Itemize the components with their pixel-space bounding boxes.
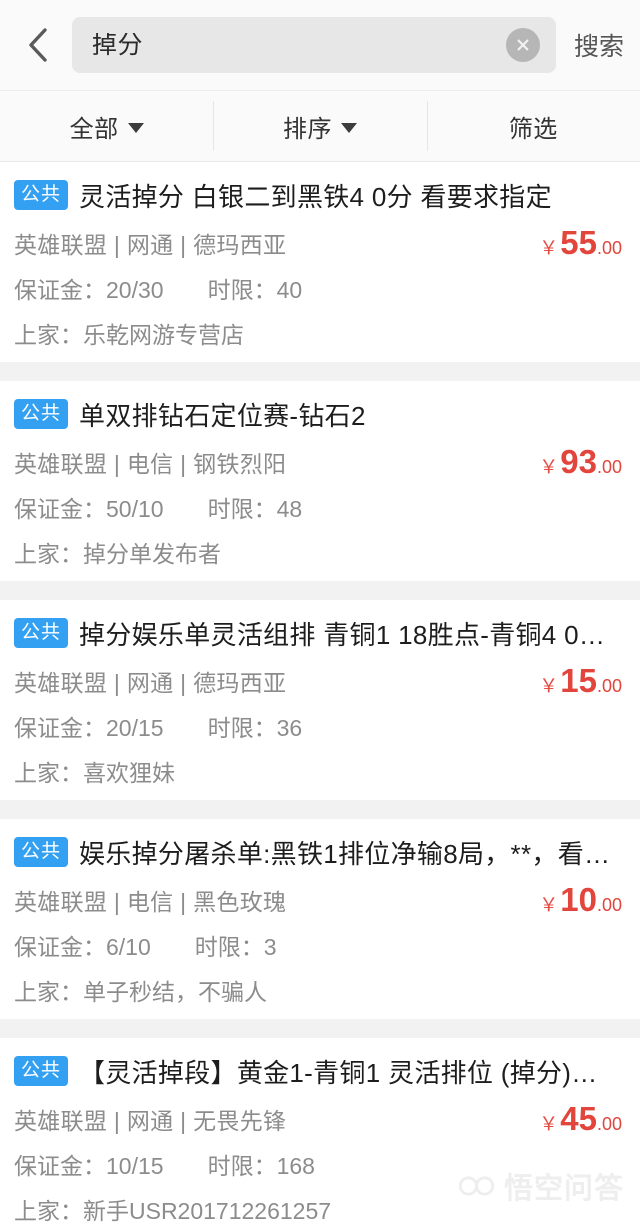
search-header: 掉分 搜索 — [0, 0, 640, 90]
listing-game-server: 英雄联盟 | 网通 | 无畏先锋 — [14, 1102, 286, 1136]
chevron-down-icon — [341, 123, 357, 133]
listing-meta-row: 英雄联盟 | 电信 | 钢铁烈阳 ￥ 93 .00 — [14, 445, 626, 479]
chevron-left-icon — [27, 26, 49, 64]
price-decimal: .00 — [597, 457, 622, 478]
currency-symbol: ￥ — [539, 1109, 558, 1136]
listing-game-server: 英雄联盟 | 网通 | 德玛西亚 — [14, 664, 286, 698]
listing-deposit: 保证金：10/15 — [14, 1147, 164, 1181]
listing-list: 公共 灵活掉分 白银二到黑铁4 0分 看要求指定 英雄联盟 | 网通 | 德玛西… — [0, 162, 640, 1229]
price-decimal: .00 — [597, 1114, 622, 1135]
listing-meta-row: 英雄联盟 | 网通 | 德玛西亚 ￥ 55 .00 — [14, 226, 626, 260]
listing-info-row: 保证金：6/10 时限：3 — [14, 930, 626, 960]
listing-meta-row: 英雄联盟 | 电信 | 黑色玫瑰 ￥ 10 .00 — [14, 883, 626, 917]
status-badge: 公共 — [14, 837, 68, 867]
filter-tab-filter-label: 筛选 — [509, 109, 558, 144]
currency-symbol: ￥ — [539, 452, 558, 479]
filter-tab-sort[interactable]: 排序 — [213, 91, 426, 161]
listing-title: 娱乐掉分屠杀单:黑铁1排位净输8局，**，看… — [79, 834, 626, 871]
price-integer: 45 — [560, 1102, 597, 1135]
close-circle-icon — [513, 35, 533, 55]
listing-time-limit: 时限：36 — [208, 709, 303, 743]
listing-game-server: 英雄联盟 | 电信 | 黑色玫瑰 — [14, 883, 286, 917]
listing-meta-row: 英雄联盟 | 网通 | 德玛西亚 ￥ 15 .00 — [14, 664, 626, 698]
listing-title-row: 公共 单双排钻石定位赛-钻石2 — [14, 395, 626, 433]
price-integer: 93 — [560, 445, 597, 478]
list-divider — [0, 1019, 640, 1038]
status-badge: 公共 — [14, 618, 68, 648]
filter-tab-all[interactable]: 全部 — [0, 91, 213, 161]
listing-deposit: 保证金：6/10 — [14, 928, 151, 962]
listing-title: 掉分娱乐单灵活组排 青铜1 18胜点-青铜4 0… — [79, 615, 626, 652]
listing-title-row: 公共 灵活掉分 白银二到黑铁4 0分 看要求指定 — [14, 176, 626, 214]
search-input[interactable]: 掉分 — [92, 33, 506, 58]
listing-price: ￥ 10 .00 — [539, 883, 622, 917]
status-badge: 公共 — [14, 399, 68, 429]
listing-seller: 上家：乐乾网游专营店 — [14, 316, 626, 346]
status-badge: 公共 — [14, 180, 68, 210]
price-decimal: .00 — [597, 238, 622, 259]
listing-title-row: 公共 掉分娱乐单灵活组排 青铜1 18胜点-青铜4 0… — [14, 614, 626, 652]
currency-symbol: ￥ — [539, 671, 558, 698]
currency-symbol: ￥ — [539, 233, 558, 260]
listing-title: 【灵活掉段】黄金1-青铜1 灵活排位 (掉分)… — [79, 1053, 626, 1090]
listing-seller: 上家：单子秒结，不骗人 — [14, 973, 626, 1003]
search-submit-button[interactable]: 搜索 — [556, 27, 626, 63]
listing-price: ￥ 55 .00 — [539, 226, 622, 260]
price-integer: 10 — [560, 883, 597, 916]
listing-time-limit: 时限：48 — [208, 490, 303, 524]
listing-game-server: 英雄联盟 | 电信 | 钢铁烈阳 — [14, 445, 286, 479]
listing-item[interactable]: 公共 【灵活掉段】黄金1-青铜1 灵活排位 (掉分)… 英雄联盟 | 网通 | … — [0, 1038, 640, 1229]
listing-seller: 上家：新手USR201712261257 — [14, 1192, 626, 1222]
back-button[interactable] — [10, 17, 66, 73]
chevron-down-icon — [128, 123, 144, 133]
listing-price: ￥ 93 .00 — [539, 445, 622, 479]
currency-symbol: ￥ — [539, 890, 558, 917]
clear-search-button[interactable] — [506, 28, 540, 62]
search-input-wrapper[interactable]: 掉分 — [72, 17, 556, 73]
listing-title: 灵活掉分 白银二到黑铁4 0分 看要求指定 — [79, 177, 626, 214]
listing-price: ￥ 15 .00 — [539, 664, 622, 698]
filter-tab-all-label: 全部 — [70, 109, 119, 144]
price-decimal: .00 — [597, 676, 622, 697]
listing-meta-row: 英雄联盟 | 网通 | 无畏先锋 ￥ 45 .00 — [14, 1102, 626, 1136]
listing-item[interactable]: 公共 娱乐掉分屠杀单:黑铁1排位净输8局，**，看… 英雄联盟 | 电信 | 黑… — [0, 819, 640, 1019]
listing-time-limit: 时限：168 — [208, 1147, 315, 1181]
listing-price: ￥ 45 .00 — [539, 1102, 622, 1136]
app-root: 掉分 搜索 全部 排序 筛选 — [0, 0, 640, 1229]
listing-seller: 上家：掉分单发布者 — [14, 535, 626, 565]
list-divider — [0, 362, 640, 381]
filter-tab-sort-label: 排序 — [283, 109, 332, 144]
listing-item[interactable]: 公共 单双排钻石定位赛-钻石2 英雄联盟 | 电信 | 钢铁烈阳 ￥ 93 .0… — [0, 381, 640, 581]
listing-deposit: 保证金：20/15 — [14, 709, 164, 743]
list-divider — [0, 581, 640, 600]
listing-info-row: 保证金：50/10 时限：48 — [14, 492, 626, 522]
listing-title-row: 公共 【灵活掉段】黄金1-青铜1 灵活排位 (掉分)… — [14, 1052, 626, 1090]
listing-time-limit: 时限：40 — [208, 271, 303, 305]
listing-item[interactable]: 公共 灵活掉分 白银二到黑铁4 0分 看要求指定 英雄联盟 | 网通 | 德玛西… — [0, 162, 640, 362]
status-badge: 公共 — [14, 1056, 68, 1086]
filter-tab-filter[interactable]: 筛选 — [427, 91, 640, 161]
listing-info-row: 保证金：20/15 时限：36 — [14, 711, 626, 741]
listing-info-row: 保证金：20/30 时限：40 — [14, 273, 626, 303]
listing-title: 单双排钻石定位赛-钻石2 — [79, 396, 626, 433]
listing-info-row: 保证金：10/15 时限：168 — [14, 1149, 626, 1179]
listing-game-server: 英雄联盟 | 网通 | 德玛西亚 — [14, 226, 286, 260]
list-divider — [0, 800, 640, 819]
price-integer: 55 — [560, 226, 597, 259]
listing-deposit: 保证金：50/10 — [14, 490, 164, 524]
listing-deposit: 保证金：20/30 — [14, 271, 164, 305]
price-integer: 15 — [560, 664, 597, 697]
listing-seller: 上家：喜欢狸妹 — [14, 754, 626, 784]
listing-item[interactable]: 公共 掉分娱乐单灵活组排 青铜1 18胜点-青铜4 0… 英雄联盟 | 网通 |… — [0, 600, 640, 800]
price-decimal: .00 — [597, 895, 622, 916]
filter-bar: 全部 排序 筛选 — [0, 90, 640, 162]
listing-time-limit: 时限：3 — [195, 928, 277, 962]
listing-title-row: 公共 娱乐掉分屠杀单:黑铁1排位净输8局，**，看… — [14, 833, 626, 871]
